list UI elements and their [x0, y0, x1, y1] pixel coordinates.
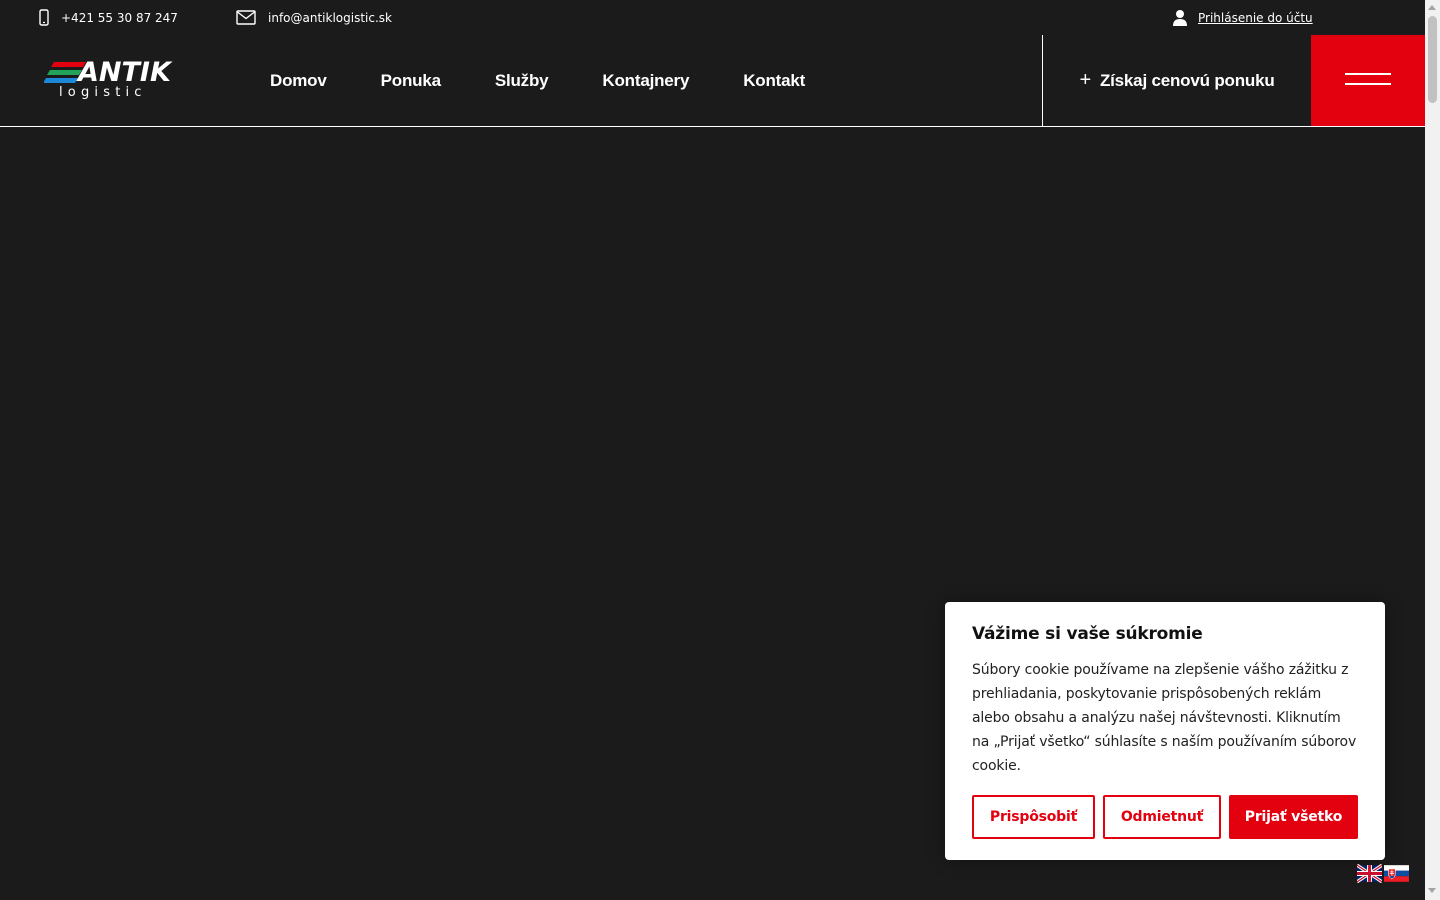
get-quote-label: Získaj cenovú ponuku — [1099, 70, 1275, 90]
logo-wordmark: ANTIK — [78, 57, 171, 88]
plus-icon: + — [1079, 68, 1091, 91]
user-icon — [1172, 9, 1188, 26]
hamburger-menu-icon — [1345, 83, 1391, 85]
top-bar: +421 55 30 87 247 info@antiklogistic.sk … — [0, 0, 1425, 35]
main-header: ANTIK logistic Domov Ponuka Služby Konta… — [0, 35, 1425, 127]
language-switcher — [1357, 864, 1409, 883]
logo[interactable]: ANTIK logistic — [44, 58, 174, 102]
phone-icon — [38, 9, 50, 26]
nav-item-kontajnery[interactable]: Kontajnery — [602, 71, 689, 91]
logo-subtitle: logistic — [59, 85, 147, 100]
page-scrollbar[interactable] — [1425, 0, 1440, 900]
slovakia-flag-icon[interactable] — [1384, 864, 1409, 883]
nav-item-sluzby[interactable]: Služby — [495, 71, 549, 91]
hamburger-menu-button[interactable] — [1311, 35, 1425, 126]
login-label: Prihlásenie do účtu — [1198, 10, 1313, 25]
uk-flag-icon[interactable] — [1357, 864, 1382, 883]
scroll-down-arrow-icon[interactable] — [1428, 888, 1436, 893]
cookie-consent-banner: Vážime si vaše súkromie Súbory cookie po… — [945, 602, 1385, 860]
page: +421 55 30 87 247 info@antiklogistic.sk … — [0, 0, 1440, 900]
cookie-title: Vážime si vaše súkromie — [972, 624, 1203, 644]
envelope-icon — [236, 10, 256, 25]
scrollbar-thumb[interactable] — [1428, 16, 1437, 103]
cookie-customize-button[interactable]: Prispôsobiť — [972, 795, 1095, 839]
login-link[interactable]: Prihlásenie do účtu — [1172, 0, 1313, 35]
phone-number: +421 55 30 87 247 — [61, 10, 178, 25]
main-nav: Domov Ponuka Služby Kontajnery Kontakt — [270, 35, 859, 127]
email-address: info@antiklogistic.sk — [268, 10, 392, 25]
hamburger-menu-icon — [1345, 73, 1391, 75]
cookie-accept-all-button[interactable]: Prijať všetko — [1229, 795, 1358, 839]
cookie-reject-button[interactable]: Odmietnuť — [1103, 795, 1221, 839]
get-quote-button[interactable]: + Získaj cenovú ponuku — [1043, 35, 1311, 126]
nav-item-kontakt[interactable]: Kontakt — [743, 71, 805, 91]
email-link[interactable]: info@antiklogistic.sk — [236, 0, 392, 35]
nav-item-domov[interactable]: Domov — [270, 71, 327, 91]
nav-item-ponuka[interactable]: Ponuka — [381, 71, 441, 91]
cookie-text: Súbory cookie používame na zlepšenie váš… — [972, 662, 1357, 774]
scroll-up-arrow-icon[interactable] — [1428, 5, 1436, 10]
phone-link[interactable]: +421 55 30 87 247 — [38, 0, 178, 35]
